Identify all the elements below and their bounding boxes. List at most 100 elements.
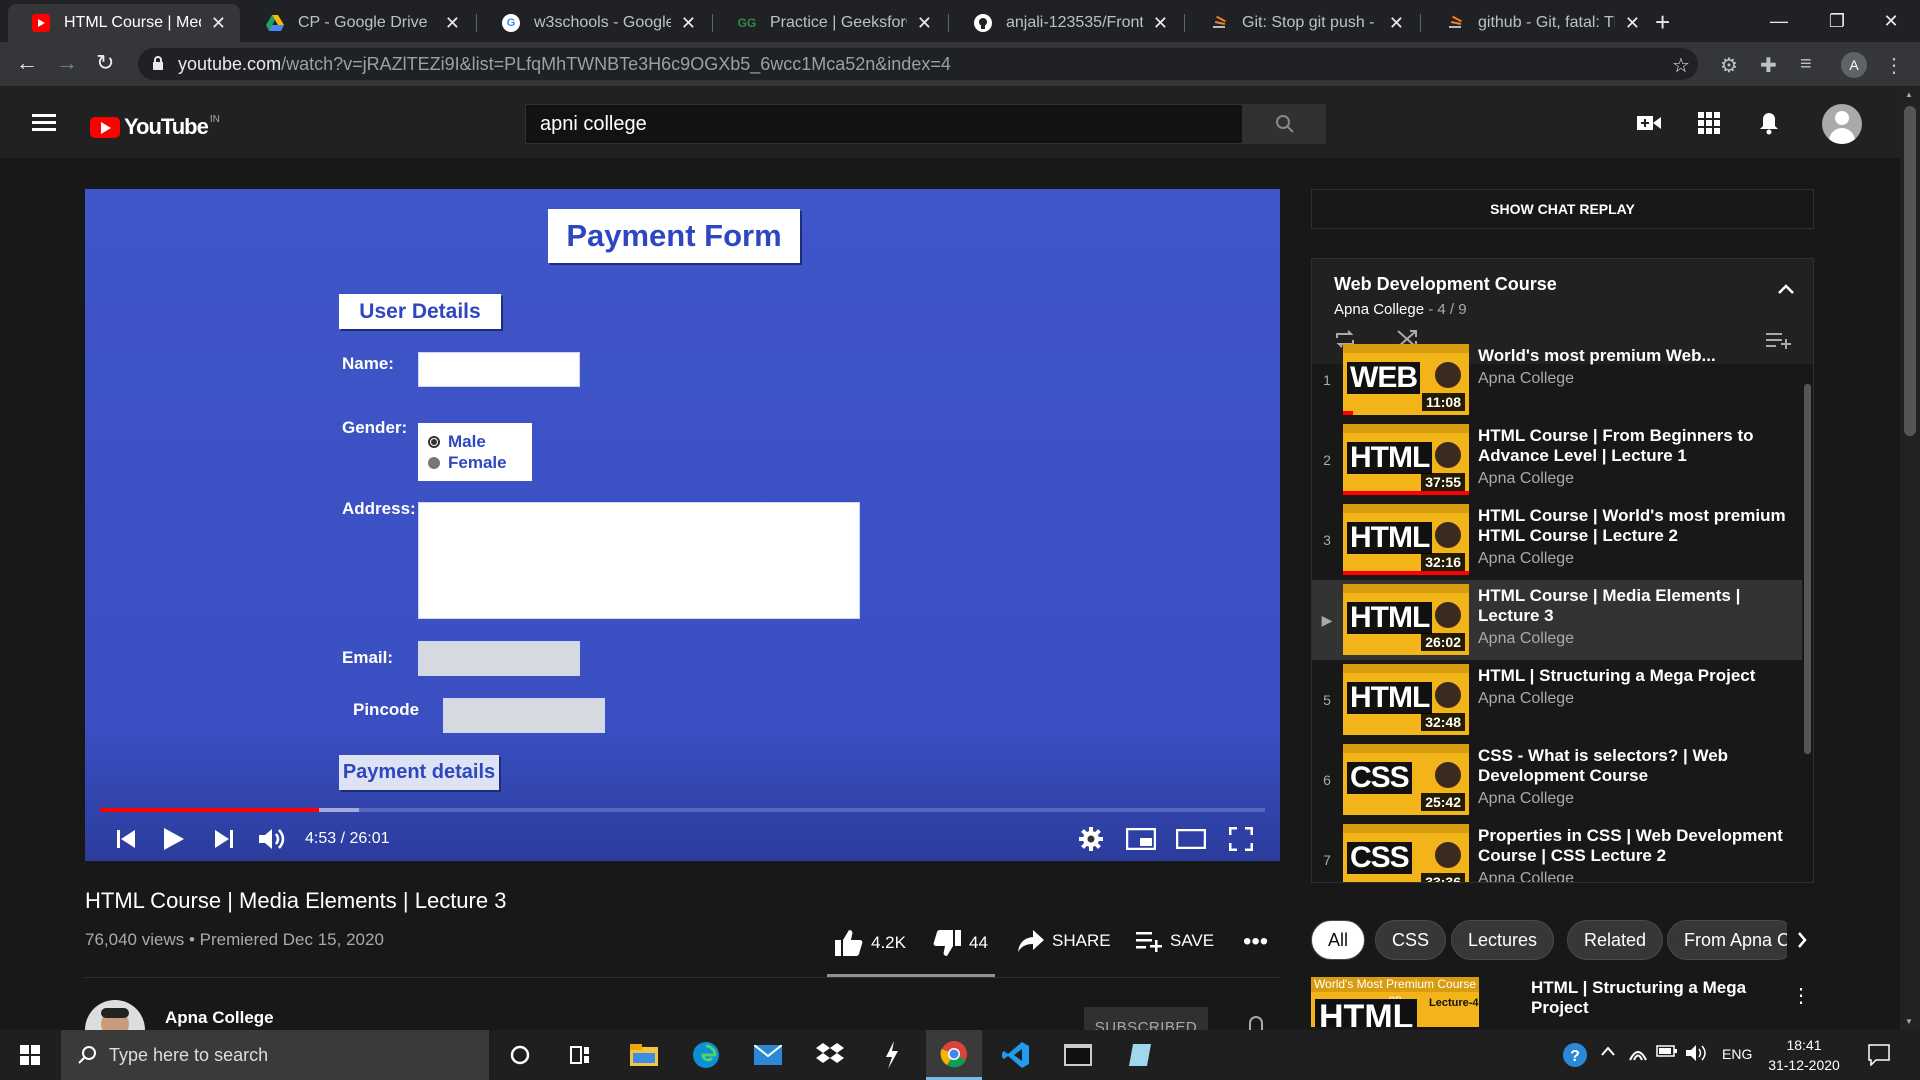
more-actions-icon[interactable]: ••• — [1243, 928, 1268, 956]
task-view-icon[interactable] — [552, 1030, 608, 1080]
save-button[interactable]: SAVE — [1136, 930, 1214, 952]
browser-profile-avatar[interactable]: A — [1841, 52, 1867, 78]
tab-google-drive[interactable]: CP - Google Drive ✕ — [242, 4, 474, 42]
chip-from-apna-college[interactable]: From Apna C — [1667, 920, 1797, 960]
playlist-item[interactable]: 3 HTML 32:16 HTML Course | World's most pre… — [1312, 500, 1802, 580]
mail-icon[interactable] — [740, 1030, 796, 1080]
volume-icon[interactable] — [257, 823, 289, 855]
playlist-item[interactable]: 1 WEB 11:08 World's most premium Web... Apna… — [1312, 340, 1802, 420]
playlist-item[interactable]: ▶ HTML 26:02 HTML Course | Media Elements |… — [1312, 580, 1802, 660]
previous-icon[interactable] — [111, 823, 141, 855]
tab-stackoverflow-2[interactable]: github - Git, fatal: The r ✕ — [1422, 4, 1654, 42]
system-clock[interactable]: 18:41 31-12-2020 — [1764, 1035, 1844, 1075]
progress-bar[interactable] — [100, 808, 1265, 812]
video-player[interactable]: Payment Form User Details Name: Gender: … — [85, 189, 1280, 861]
close-tab-icon[interactable]: ✕ — [681, 13, 696, 34]
tab-geeksforgeeks[interactable]: GG Practice | GeeksforGee ✕ — [714, 4, 946, 42]
edge-browser-icon[interactable] — [678, 1030, 734, 1080]
tray-chevron-up-icon[interactable] — [1600, 1044, 1616, 1060]
thumbnail-text: HTML — [1347, 442, 1433, 474]
page-scrollbar[interactable]: ▲ ▼ — [1900, 86, 1920, 1030]
tab-stackoverflow-1[interactable]: Git: Stop git push - Sta ✕ — [1186, 4, 1418, 42]
notifications-bell-icon[interactable] — [1754, 108, 1784, 138]
chip-all[interactable]: All — [1311, 920, 1366, 960]
back-arrow-icon[interactable]: ← — [16, 50, 38, 76]
share-button[interactable]: SHARE — [1018, 930, 1111, 952]
search-input[interactable]: apni college — [525, 104, 1243, 144]
next-icon[interactable] — [209, 823, 239, 855]
show-chat-replay-button[interactable]: SHOW CHAT REPLAY — [1311, 189, 1814, 229]
theater-mode-icon[interactable] — [1174, 823, 1208, 855]
recommended-video[interactable]: World's Most Premium Course on HTML Lect… — [1311, 977, 1814, 1027]
taskbar-search-box[interactable]: Type here to search — [61, 1030, 489, 1080]
playlist-item[interactable]: 5 HTML 32:48 HTML | Structuring a Mega Proj… — [1312, 660, 1802, 740]
like-button[interactable]: 4.2K — [835, 930, 906, 956]
cortana-icon[interactable] — [492, 1030, 548, 1080]
youtube-logo[interactable]: YouTube IN — [90, 114, 220, 140]
help-icon[interactable]: ? — [1562, 1042, 1588, 1071]
close-tab-icon[interactable]: ✕ — [211, 13, 226, 34]
settings-gear-icon[interactable] — [1075, 823, 1107, 855]
close-tab-icon[interactable]: ✕ — [1389, 13, 1404, 34]
play-icon[interactable] — [159, 823, 189, 855]
playlist-item[interactable]: 7 CSS 33:36 Properties in CSS | Web Develop… — [1312, 820, 1802, 882]
file-explorer-icon[interactable] — [616, 1030, 672, 1080]
scroll-up-icon[interactable]: ▲ — [1905, 90, 1913, 99]
close-window-icon[interactable]: ✕ — [1862, 0, 1920, 42]
search-button[interactable] — [1243, 104, 1326, 144]
more-options-icon[interactable]: ⋮ — [1791, 983, 1811, 1008]
recommended-title[interactable]: HTML | Structuring a Mega Project — [1531, 978, 1781, 1018]
new-tab-icon[interactable]: + — [1655, 7, 1670, 38]
forward-arrow-icon[interactable]: → — [56, 50, 78, 76]
account-avatar[interactable] — [1822, 104, 1862, 144]
reload-icon[interactable]: ↻ — [96, 50, 114, 76]
tab-youtube[interactable]: HTML Course | Media E ✕ — [8, 4, 240, 42]
fullscreen-icon[interactable] — [1224, 823, 1258, 855]
playlist-item[interactable]: 6 CSS 25:42 CSS - What is selectors? | Web … — [1312, 740, 1802, 820]
dropbox-icon[interactable] — [802, 1030, 858, 1080]
chip-lectures[interactable]: Lectures — [1451, 920, 1555, 960]
chrome-menu-icon[interactable]: ⋮ — [1884, 53, 1904, 78]
battery-icon[interactable] — [1656, 1044, 1678, 1061]
bookmark-star-icon[interactable]: ☆ — [1672, 53, 1690, 78]
input-language[interactable]: ENG — [1722, 1046, 1752, 1062]
url-bar[interactable]: youtube.com/watch?v=jRAZlTEZi9I&list=PLf… — [138, 48, 1698, 80]
channel-name[interactable]: Apna College — [165, 1008, 274, 1028]
close-tab-icon[interactable]: ✕ — [1153, 13, 1168, 34]
close-tab-icon[interactable]: ✕ — [1625, 13, 1640, 34]
playlist-title[interactable]: Web Development Course — [1334, 274, 1557, 295]
scrollbar-thumb[interactable] — [1904, 106, 1916, 436]
miniplayer-icon[interactable] — [1124, 823, 1158, 855]
playlist-scrollbar[interactable] — [1804, 384, 1811, 754]
extensions-puzzle-icon[interactable]: ✚ — [1760, 53, 1777, 78]
dislike-button[interactable]: 44 — [933, 930, 988, 956]
extension-gear-icon[interactable]: ⚙ — [1720, 53, 1738, 78]
apps-grid-icon[interactable] — [1694, 108, 1724, 138]
speaker-icon[interactable] — [1686, 1044, 1708, 1065]
create-video-icon[interactable] — [1634, 108, 1664, 138]
wifi-icon[interactable] — [1628, 1044, 1648, 1065]
bolt-app-icon[interactable] — [864, 1030, 920, 1080]
chip-related[interactable]: Related — [1567, 920, 1664, 960]
notepad-app-icon[interactable] — [1112, 1030, 1168, 1080]
tab-w3schools-search[interactable]: G w3schools - Google Se ✕ — [478, 4, 710, 42]
close-tab-icon[interactable]: ✕ — [917, 13, 932, 34]
chrome-taskbar-icon[interactable] — [926, 1030, 982, 1080]
scroll-down-icon[interactable]: ▼ — [1905, 1017, 1913, 1026]
vscode-icon[interactable] — [988, 1030, 1044, 1080]
menu-icon[interactable] — [32, 114, 56, 132]
chips-next-chevron-icon[interactable] — [1787, 920, 1817, 960]
media-queue-icon[interactable]: ≡ — [1800, 53, 1812, 76]
terminal-icon[interactable] — [1050, 1030, 1106, 1080]
close-tab-icon[interactable]: ✕ — [445, 13, 460, 34]
minimize-icon[interactable]: — — [1750, 0, 1808, 42]
collapse-chevron-icon[interactable] — [1778, 281, 1794, 299]
tab-github[interactable]: anjali-123535/Frontenc ✕ — [950, 4, 1182, 42]
restore-icon[interactable]: ❐ — [1808, 0, 1866, 42]
playlist-item[interactable]: 2 HTML 37:55 HTML Course | From Beginners t… — [1312, 420, 1802, 500]
playlist-channel[interactable]: Apna College — [1334, 301, 1424, 318]
windows-start-icon[interactable] — [0, 1030, 60, 1080]
chip-css[interactable]: CSS — [1375, 920, 1447, 960]
action-center-icon[interactable] — [1868, 1044, 1890, 1069]
notification-bell-icon[interactable] — [1245, 1015, 1267, 1030]
